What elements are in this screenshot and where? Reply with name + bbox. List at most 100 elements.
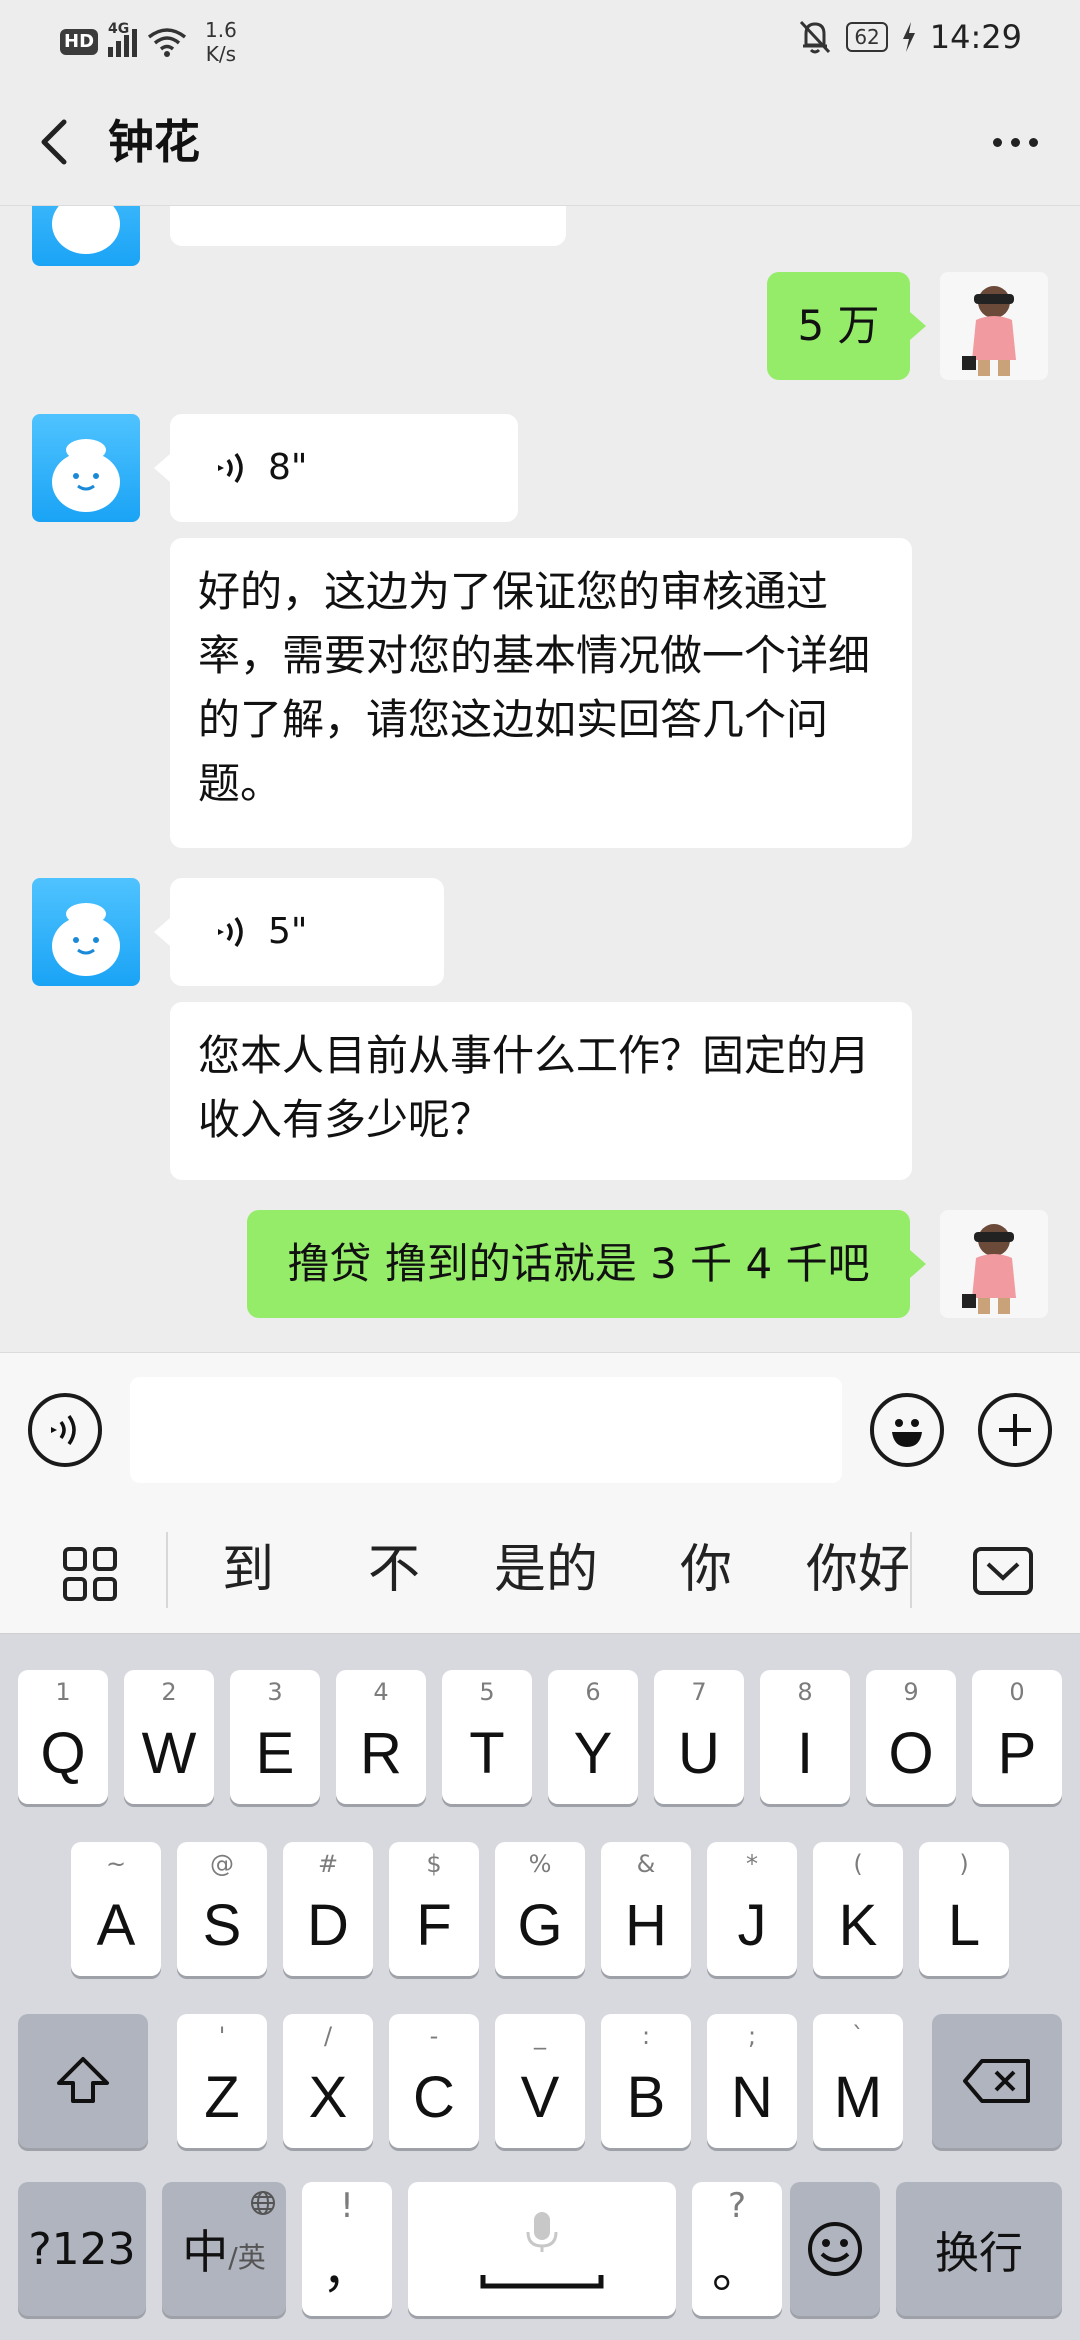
wifi-icon <box>147 28 187 57</box>
key-secondary-label: % <box>528 1850 552 1878</box>
message-bubble-outgoing[interactable]: 撸贷 撸到的话就是 3 千 4 千吧 <box>247 1210 910 1318</box>
key-c[interactable]: -C <box>389 2014 479 2148</box>
message-list[interactable]: 5 万 8" 好的，这边为了保证您的审核通过率，需要对您的基本情况做一个详细的了… <box>0 206 1080 1352</box>
key-label: Z <box>204 2065 240 2130</box>
key-l[interactable]: ) L <box>919 1842 1009 1976</box>
key-v[interactable]: _ V <box>495 2014 585 2148</box>
space-key[interactable] <box>408 2182 676 2316</box>
key-secondary-label: $ <box>426 1850 442 1878</box>
key-k[interactable]: (K <box>813 1842 903 1976</box>
key-h[interactable]: & H <box>601 1842 691 1976</box>
message-bubble-incoming[interactable]: 好的，这边为了保证您的审核通过率，需要对您的基本情况做一个详细的了解，请您这边如… <box>170 538 912 848</box>
bot-avatar[interactable] <box>32 206 140 266</box>
key-label: C <box>413 2065 455 2130</box>
key-secondary-label: 0 <box>1009 1678 1025 1706</box>
key-secondary-label: 5 <box>479 1678 495 1706</box>
network-type: 4G <box>108 21 130 37</box>
key-a[interactable]: ~ A <box>71 1842 161 1976</box>
input-bar <box>0 1352 1080 1506</box>
shift-key[interactable] <box>18 2014 148 2148</box>
partial-message-bubble <box>170 206 566 246</box>
user-avatar[interactable] <box>940 272 1048 380</box>
message-text: 好的，这边为了保证您的审核通过率，需要对您的基本情况做一个详细的了解，请您这边如… <box>198 567 871 808</box>
more-functions-button[interactable] <box>978 1393 1052 1467</box>
key-r[interactable]: 4R <box>336 1670 426 1804</box>
key-b[interactable]: :B <box>601 2014 691 2148</box>
key-label: K <box>838 1893 878 1958</box>
candidate-word[interactable]: 到 <box>222 1530 274 1610</box>
bot-avatar[interactable] <box>32 414 140 522</box>
candidate-word[interactable]: 你 <box>680 1530 732 1610</box>
key-label: H <box>625 1893 667 1958</box>
key-secondary-label: ; <box>747 2022 757 2050</box>
message-bubble-outgoing[interactable]: 5 万 <box>767 272 910 380</box>
key-label: N <box>731 2065 773 2130</box>
back-arrow-icon[interactable] <box>30 112 90 172</box>
key-secondary-label: 8 <box>797 1678 813 1706</box>
key-d[interactable]: # D <box>283 1842 373 1976</box>
numbers-key[interactable]: ?123 <box>18 2182 146 2316</box>
candidate-word[interactable]: 是的 <box>494 1530 598 1610</box>
key-label: A <box>96 1893 136 1958</box>
bot-avatar[interactable] <box>32 878 140 986</box>
key-label: X <box>308 2065 348 2130</box>
key-secondary-label: 9 <box>903 1678 919 1706</box>
user-avatar[interactable] <box>940 1210 1048 1318</box>
candidate-word[interactable]: 你好 <box>806 1530 912 1610</box>
key-f[interactable]: $ F <box>389 1842 479 1976</box>
key-secondary-label: ' <box>218 2022 226 2050</box>
key-e[interactable]: 3E <box>230 1670 320 1804</box>
key-u[interactable]: 7U <box>654 1670 744 1804</box>
voice-message-bubble[interactable]: 8" <box>170 414 518 522</box>
key-secondary-label: @ <box>210 1850 234 1878</box>
voice-message-bubble[interactable]: 5" <box>170 878 444 986</box>
language-switch-key[interactable]: 中/英 <box>162 2182 286 2316</box>
key-m[interactable]: ` M <box>813 2014 903 2148</box>
voice-input-button[interactable] <box>28 1393 102 1467</box>
key-s[interactable]: @ S <box>177 1842 267 1976</box>
enter-key[interactable]: 换行 <box>896 2182 1062 2316</box>
key-secondary-label: _ <box>534 2022 546 2050</box>
voice-wave-icon <box>218 452 243 484</box>
key-label: G <box>517 1893 563 1958</box>
key-secondary-label: 3 <box>267 1678 283 1706</box>
key-w[interactable]: 2W <box>124 1670 214 1804</box>
key-g[interactable]: % G <box>495 1842 585 1976</box>
message-text: 5 万 <box>797 301 880 350</box>
comma-key[interactable]: ! ， <box>302 2182 392 2316</box>
key-secondary-label: ~ <box>105 1850 127 1878</box>
message-input[interactable] <box>130 1377 842 1483</box>
emoji-key[interactable] <box>790 2182 880 2316</box>
bubble-tail <box>154 454 170 482</box>
chat-header: 钟花 <box>0 78 1080 206</box>
grid-menu-icon[interactable] <box>62 1546 118 1602</box>
voice-wave-icon <box>218 916 243 948</box>
candidate-word[interactable]: 不 <box>368 1530 420 1610</box>
key-x[interactable]: / X <box>283 2014 373 2148</box>
collapse-keyboard-icon[interactable] <box>972 1546 1034 1596</box>
bubble-tail <box>154 918 170 946</box>
key-secondary-label: / <box>323 2022 333 2050</box>
more-options-icon[interactable] <box>980 112 1050 172</box>
key-o[interactable]: 9O <box>866 1670 956 1804</box>
emoji-button[interactable] <box>870 1393 944 1467</box>
key-label: R <box>360 1721 402 1786</box>
message-bubble-incoming[interactable]: 您本人目前从事什么工作？固定的月收入有多少呢？ <box>170 1002 912 1180</box>
emoji-icon <box>808 2222 862 2276</box>
key-p[interactable]: 0P <box>972 1670 1062 1804</box>
keyboard: 1Q2W3E4R5T6Y7U8I9O0P ~ A @ S # D $ F% G & H * J(K) L … <box>0 1634 1080 2340</box>
key-q[interactable]: 1Q <box>18 1670 108 1804</box>
key-label: S <box>202 1893 242 1958</box>
key-t[interactable]: 5T <box>442 1670 532 1804</box>
key-z[interactable]: ' Z <box>177 2014 267 2148</box>
key-i[interactable]: 8I <box>760 1670 850 1804</box>
bubble-tail <box>910 1250 926 1278</box>
key-label: P <box>997 1721 1037 1786</box>
backspace-key[interactable] <box>932 2014 1062 2148</box>
key-y[interactable]: 6Y <box>548 1670 638 1804</box>
key-j[interactable]: * J <box>707 1842 797 1976</box>
hd-badge: HD <box>60 29 99 55</box>
key-secondary-label: 1 <box>55 1678 71 1706</box>
key-n[interactable]: ; N <box>707 2014 797 2148</box>
period-key[interactable]: ? 。 <box>692 2182 782 2316</box>
